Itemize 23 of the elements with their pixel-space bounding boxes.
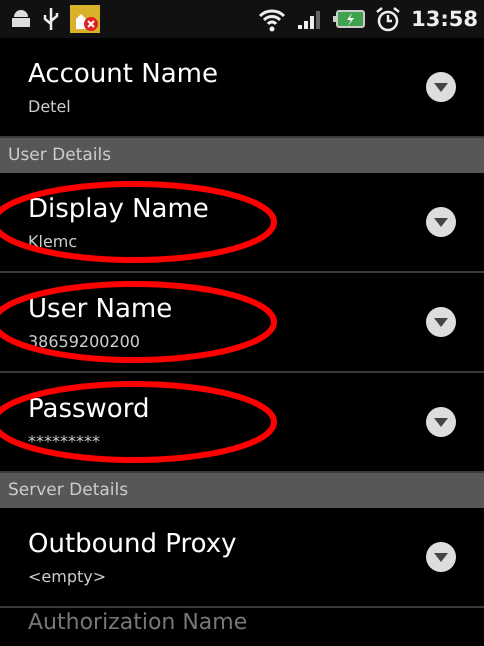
dropdown-icon[interactable] xyxy=(425,306,457,338)
setting-value: ********* xyxy=(28,432,101,450)
section-header: Server Details xyxy=(0,473,484,508)
usb-icon xyxy=(42,6,60,32)
setting-title: Password xyxy=(28,394,150,424)
setting-title: Display Name xyxy=(28,194,209,224)
setting-title: User Name xyxy=(28,294,172,324)
setting-value: 38659200200 xyxy=(28,332,141,350)
setting-title: Outbound Proxy xyxy=(28,528,236,558)
dropdown-icon[interactable] xyxy=(425,406,457,438)
setting-title: Authorization Name xyxy=(28,610,248,635)
setting-value: Detel xyxy=(28,96,72,116)
setting-title: Account Name xyxy=(28,58,218,88)
dropdown-icon[interactable] xyxy=(425,71,457,103)
setting-value: Klemc xyxy=(28,232,78,250)
clock-time: 13:58 xyxy=(411,7,478,31)
dropdown-icon[interactable] xyxy=(425,541,457,573)
dropdown-icon[interactable] xyxy=(425,206,457,238)
alarm-clock-icon xyxy=(375,6,402,32)
section-header: User Details xyxy=(0,138,484,173)
setting-value: <empty> xyxy=(28,566,108,586)
battery-icon xyxy=(333,8,366,30)
warning-app-icon xyxy=(70,5,100,33)
